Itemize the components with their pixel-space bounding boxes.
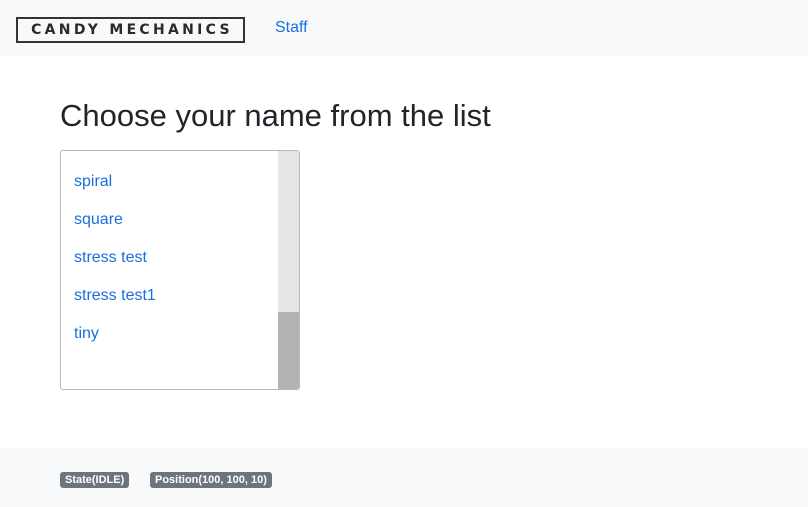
list-scrollbar[interactable] xyxy=(278,151,299,389)
page-title: Choose your name from the list xyxy=(60,98,491,133)
nav-link-staff[interactable]: Staff xyxy=(275,18,308,38)
name-list-item[interactable]: serial stress test xyxy=(61,151,279,163)
brand-logo[interactable]: CANDY MECHANICS xyxy=(16,17,245,43)
list-scrollbar-thumb[interactable] xyxy=(278,312,299,389)
state-badge: State(IDLE) xyxy=(60,472,130,488)
name-list-item[interactable]: tiny xyxy=(61,315,279,353)
name-list-item[interactable]: square xyxy=(61,201,279,239)
name-list[interactable]: serial stress test spiral square stress … xyxy=(60,150,300,390)
name-list-items: serial stress test spiral square stress … xyxy=(61,151,279,353)
name-list-item[interactable]: spiral xyxy=(61,163,279,201)
top-navbar: CANDY MECHANICS Staff xyxy=(0,0,808,56)
name-list-item[interactable]: stress test1 xyxy=(61,277,279,315)
position-badge: Position(100, 100, 10) xyxy=(150,472,272,488)
status-footer: State(IDLE) Position(100, 100, 10) xyxy=(0,448,808,507)
name-list-item[interactable]: stress test xyxy=(61,239,279,277)
